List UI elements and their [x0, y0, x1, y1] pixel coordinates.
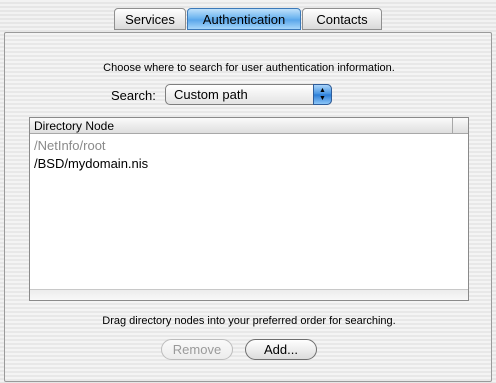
tab-label: Authentication — [202, 12, 286, 27]
horizontal-scrollbar[interactable] — [30, 289, 468, 300]
instruction-bottom: Drag directory nodes into your preferred… — [102, 315, 396, 327]
tab-services[interactable]: Services — [114, 8, 186, 30]
search-label: Search: — [111, 88, 156, 103]
table-header: Directory Node — [30, 118, 468, 134]
authentication-panel: Choose where to search for user authenti… — [4, 32, 492, 382]
instruction-top: Choose where to search for user authenti… — [103, 62, 395, 74]
header-corner — [452, 118, 468, 133]
tab-authentication[interactable]: Authentication — [187, 8, 301, 30]
add-button[interactable]: Add... — [245, 339, 317, 360]
search-popup[interactable]: Custom path ▲ ▼ — [165, 84, 332, 105]
table-row[interactable]: /BSD/mydomain.nis — [34, 156, 148, 171]
remove-button[interactable]: Remove — [161, 339, 233, 360]
tab-contacts[interactable]: Contacts — [302, 8, 382, 30]
tab-label: Contacts — [316, 12, 368, 27]
search-popup-value: Custom path — [174, 87, 248, 102]
table-row[interactable]: /NetInfo/root — [34, 138, 106, 153]
directory-node-table[interactable]: Directory Node /NetInfo/root /BSD/mydoma… — [29, 117, 469, 301]
up-down-arrows-icon: ▲ ▼ — [313, 84, 332, 105]
tab-label: Services — [125, 12, 175, 27]
column-header-directory-node[interactable]: Directory Node — [34, 119, 114, 133]
tab-bar: Services Authentication Contacts — [0, 8, 496, 34]
